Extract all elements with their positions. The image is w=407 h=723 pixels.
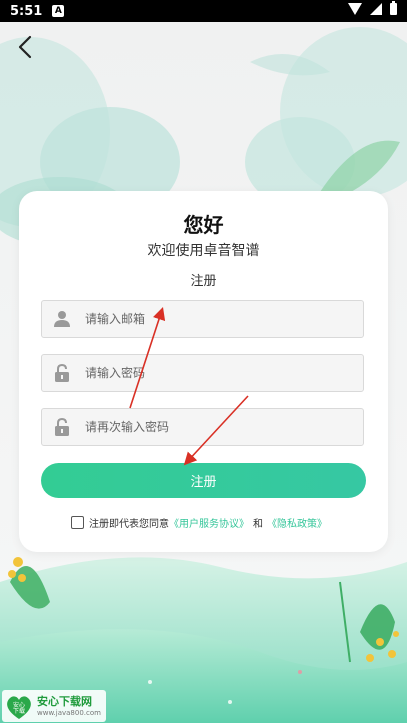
signal-icon [370,3,382,15]
register-card: 您好 欢迎使用卓音智谱 注册 注册 注册即代表您同意 《用户服务协议》 和 《隐… [19,191,388,552]
agreement-and: 和 [253,519,263,530]
status-time: 5:51 [10,3,43,19]
notification-icon: A [52,5,65,17]
lock-icon [55,364,69,382]
lock-icon [55,418,69,436]
confirm-password-field[interactable] [41,408,364,446]
terms-link[interactable]: 《用户服务协议》 [169,515,249,530]
agreement-row: 注册即代表您同意 《用户服务协议》 和 《隐私政策》 [71,515,327,530]
greeting-title: 您好 [183,213,224,237]
status-icons [348,1,397,15]
battery-icon [390,1,397,15]
back-button[interactable] [14,34,40,60]
email-input[interactable] [83,303,327,335]
chevron-left-icon [18,35,32,59]
agreement-text: 注册即代表您同意 [89,519,169,530]
email-field[interactable] [41,300,364,338]
confirm-password-input[interactable] [83,411,327,443]
watermark: 安心 下载 安心下载网 www.java800.com [2,690,106,722]
watermark-url: www.java800.com [37,708,101,717]
password-input[interactable] [83,357,327,389]
welcome-subtitle: 欢迎使用卓音智谱 [147,243,260,259]
watermark-text: 安心下载网 www.java800.com [37,696,101,717]
watermark-logo: 安心 下载 [7,696,31,719]
privacy-link[interactable]: 《隐私政策》 [267,515,327,530]
user-icon [54,311,70,327]
register-button[interactable]: 注册 [41,463,366,498]
watermark-title: 安心下载网 [37,694,92,708]
password-field[interactable] [41,354,364,392]
svg-text:下载: 下载 [13,707,25,715]
section-label: 注册 [190,274,217,289]
wifi-icon [348,3,362,15]
status-bar: 5:51 A [0,0,407,22]
agreement-checkbox[interactable] [71,516,84,529]
